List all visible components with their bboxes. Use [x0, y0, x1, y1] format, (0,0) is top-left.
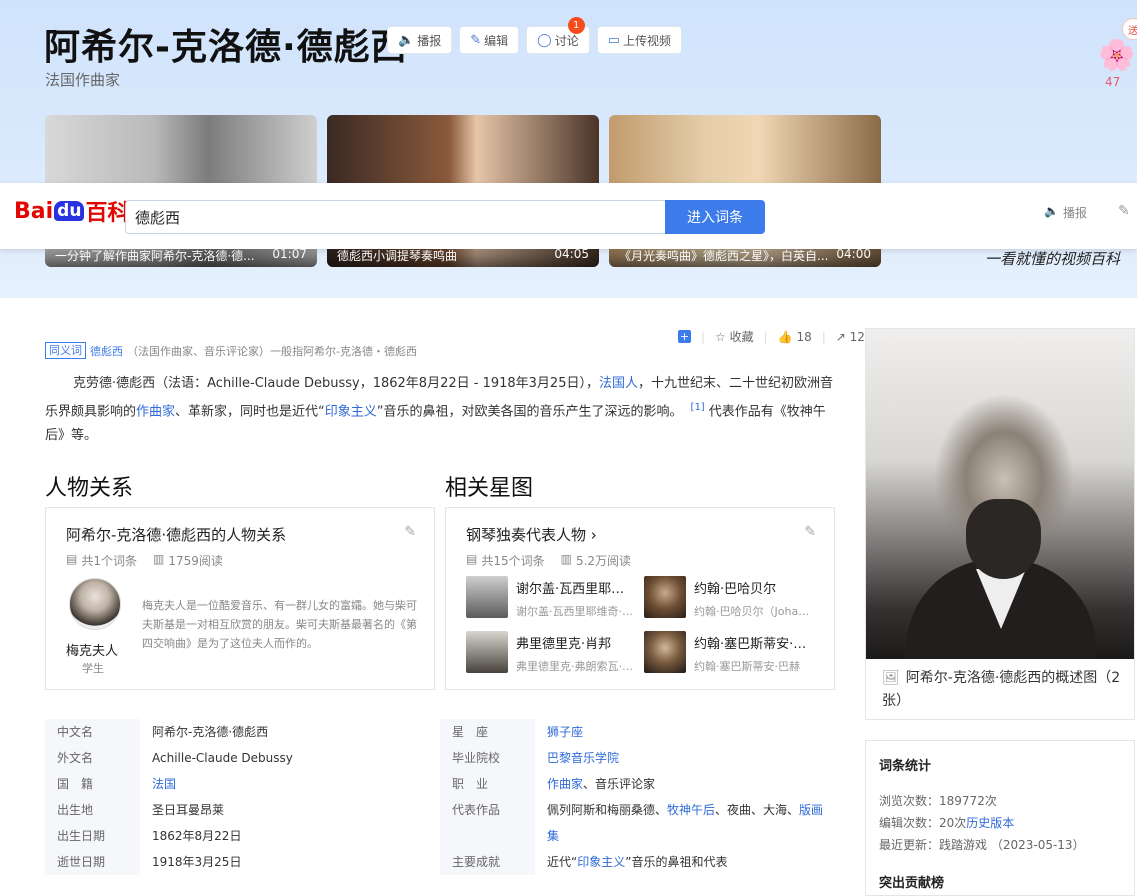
link-composer[interactable]: 作曲家: [136, 404, 175, 419]
table-row: 国 籍法国 职 业作曲家、音乐评论家: [45, 771, 835, 797]
entry-actions: + | ☆ 收藏 | 👍 18 | ↗ 12: [678, 328, 865, 345]
list-item[interactable]: 弗里德里克·肖邦 弗里德里克·弗朗索瓦·肖邦: [466, 631, 644, 674]
link-constellation[interactable]: 狮子座: [547, 725, 583, 739]
relation-card-title[interactable]: 阿希尔-克洛德·德彪西的人物关系: [66, 524, 286, 545]
synonym-link[interactable]: 德彪西: [90, 343, 123, 359]
table-row: 出生地 圣日耳曼昂莱 代表作品 佩列阿斯和梅丽桑德、牧神午后、夜曲、大海、版画: [45, 797, 835, 823]
entry-stats: 词条统计 浏览次数：189772次 编辑次数：20次历史版本 最近更新：践踏游戏…: [865, 740, 1135, 896]
link-impressionism[interactable]: 印象主义: [325, 404, 377, 419]
relation-card-meta: ▤ 共1个词条 ▥ 1759阅读: [66, 552, 223, 568]
stat-views: 浏览次数：189772次: [879, 794, 997, 808]
video-upload-icon: ▭: [607, 32, 620, 48]
list-item[interactable]: 约翰·巴哈贝尔约翰·巴哈贝尔（Johann Pachelbel）: [644, 576, 822, 619]
table-row: 出生日期 1862年8月22日 集: [45, 823, 835, 849]
star-card-title[interactable]: 钢琴独奏代表人物 ›: [466, 524, 597, 545]
table-row: 逝世日期 1918年3月25日 主要成就 近代“印象主义”音乐的鼻祖和代表: [45, 849, 835, 875]
contrib-title: 突出贡献榜: [879, 876, 945, 891]
upload-video-button[interactable]: ▭ 上传视频: [596, 26, 683, 54]
star-card-meta: ▤ 共15个词条 ▥ 5.2万阅读: [466, 552, 632, 568]
stat-edits: 编辑次数：20次历史版本: [879, 816, 1015, 830]
pencil-icon[interactable]: ✎: [1118, 203, 1130, 219]
speaker-icon: 🔈: [398, 32, 415, 48]
synonym-line: 同义词 德彪西 （法国作曲家、音乐评论家）一般指阿希尔-克洛德・德彪西: [45, 342, 417, 359]
avatar: [644, 576, 686, 618]
book-icon: ▥: [560, 552, 572, 566]
entry-icon: ▤: [66, 552, 78, 566]
table-row: 中文名 阿希尔-克洛德·德彪西 星 座狮子座: [45, 719, 835, 745]
reference-1[interactable]: [1]: [691, 402, 705, 413]
link-french[interactable]: 法国人: [599, 376, 638, 391]
add-icon[interactable]: +: [678, 330, 691, 343]
basic-info-table: 中文名 阿希尔-克洛德·德彪西 星 座狮子座 外文名 Achille-Claude …: [45, 719, 835, 875]
page-subtitle: 法国作曲家: [45, 71, 121, 89]
link-faun[interactable]: 牧神午后: [667, 803, 715, 817]
entry-icon: ▤: [466, 552, 478, 566]
speaker-icon: 🔈: [1044, 204, 1059, 218]
link-impressionism-2[interactable]: 印象主义: [577, 855, 625, 869]
stats-title: 词条统计: [879, 759, 932, 774]
favorite-button[interactable]: ☆ 收藏: [715, 328, 754, 345]
flower-icon[interactable]: 🌸: [1098, 38, 1135, 73]
list-item[interactable]: 约翰·塞巴斯蒂安·巴赫 约翰·塞巴斯蒂安·巴赫: [644, 631, 822, 674]
person-name[interactable]: 梅克夫人: [66, 640, 118, 659]
history-link[interactable]: 历史版本: [966, 816, 1014, 830]
link-occupation[interactable]: 作曲家: [547, 777, 583, 791]
paw-icon: du: [54, 201, 85, 221]
section-title-relations: 人物关系: [45, 476, 134, 501]
search-input[interactable]: [125, 200, 665, 234]
discuss-count-badge: 1: [567, 17, 585, 34]
link-prints[interactable]: 版画: [799, 803, 823, 817]
person-role: 学生: [82, 662, 104, 675]
hero-toolbar: 🔈 播报 ✎ 编辑 ◯ 讨论 1 ▭ 上传视频: [387, 17, 683, 54]
star-grid: 谢尔盖·瓦西里耶维奇·拉赫玛尼诺夫谢尔盖·瓦西里耶维奇·拉赫玛尼诺夫 约翰·巴哈…: [466, 576, 821, 674]
send-flower-tag[interactable]: 送: [1122, 18, 1137, 40]
section-title-stars: 相关星图: [445, 476, 534, 501]
link-prints-cont[interactable]: 集: [547, 829, 559, 843]
pencil-icon[interactable]: ✎: [804, 524, 816, 540]
link-france[interactable]: 法国: [152, 777, 176, 791]
flower-count: 47: [1105, 75, 1121, 89]
broadcast-button[interactable]: 🔈 播报: [387, 26, 453, 54]
sticky-search-bar: Baidu百科 进入词条: [0, 183, 1137, 249]
book-icon: ▥: [152, 552, 165, 566]
discuss-button[interactable]: ◯ 讨论 1: [526, 17, 590, 54]
video-duration: 04:00: [836, 247, 871, 261]
stat-updated: 最近更新：践踏游戏 （2023-05-13）: [879, 838, 1085, 852]
link-school[interactable]: 巴黎音乐学院: [547, 751, 619, 765]
pencil-icon[interactable]: ✎: [404, 524, 416, 540]
video-duration: 01:07: [272, 247, 307, 261]
entry-hero: 阿希尔-克洛德·德彪西 法国作曲家 🔈 播报 ✎ 编辑 ◯ 讨论 1 ▭ 上传视…: [0, 0, 1137, 298]
relation-card[interactable]: 阿希尔-克洛德·德彪西的人物关系 ✎ ▤ 共1个词条 ▥ 1759阅读 梅克夫人 学…: [45, 507, 435, 690]
page-title: 阿希尔-克洛德·德彪西: [44, 27, 408, 68]
image-icon: 🖼: [882, 670, 900, 686]
person-description: 梅克夫人是一位酷爱音乐、有一群儿女的富孀。她与柴可夫斯基是一对相互欣赏的朋友。柴…: [142, 599, 417, 650]
searchbar-broadcast-button[interactable]: 🔈 播报: [1044, 204, 1087, 221]
edit-button[interactable]: ✎ 编辑: [459, 26, 520, 54]
portrait-image[interactable]: [866, 329, 1134, 659]
share-button[interactable]: ↗ 12: [836, 330, 865, 344]
like-button[interactable]: 👍 18: [778, 330, 812, 344]
baidu-baike-logo[interactable]: Bai du 百科: [14, 195, 129, 227]
picture-caption[interactable]: 🖼 阿希尔-克洛德·德彪西的概述图（2张）: [882, 667, 1127, 713]
chat-icon: ◯: [537, 32, 552, 48]
avatar: [644, 631, 686, 673]
star-map-card[interactable]: 钢琴独奏代表人物 › ✎ ▤共15个词条 ▥5.2万阅读 谢尔盖·瓦西里耶维奇·…: [445, 507, 835, 690]
chevron-right-icon: ›: [590, 526, 597, 544]
list-item[interactable]: 谢尔盖·瓦西里耶维奇·拉赫玛尼诺夫谢尔盖·瓦西里耶维奇·拉赫玛尼诺夫: [466, 576, 644, 619]
table-row: 外文名 Achille-Claude Debussy 毕业院校 巴黎音乐学院: [45, 745, 835, 771]
video-duration: 04:05: [554, 247, 589, 261]
synonym-tag: 同义词: [45, 342, 86, 359]
video-slogan: 一看就懂的视频百科: [985, 250, 1121, 268]
pencil-icon: ✎: [470, 32, 482, 48]
avatar[interactable]: [69, 578, 121, 630]
enter-entry-button[interactable]: 进入词条: [665, 200, 765, 234]
avatar: [466, 631, 508, 673]
overview-picture-card[interactable]: 🖼 阿希尔-克洛德·德彪西的概述图（2张）: [865, 328, 1135, 720]
summary-paragraph: 克劳德·德彪西（法语：Achille-Claude Debussy，1862年8…: [45, 376, 834, 444]
avatar: [466, 576, 508, 618]
